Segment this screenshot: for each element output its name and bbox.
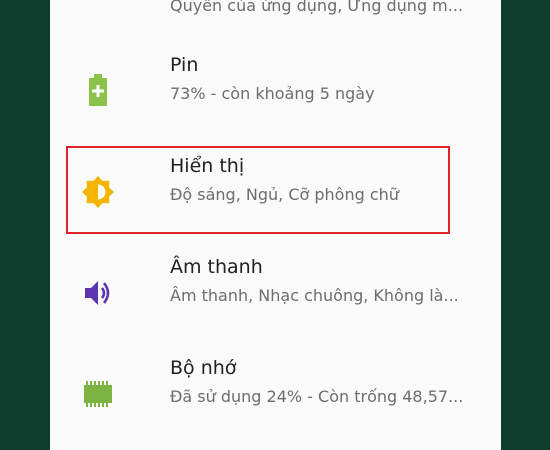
battery-icon xyxy=(78,71,118,111)
settings-item-subtitle: Âm thanh, Nhạc chuông, Không là... xyxy=(170,286,459,305)
settings-item-display[interactable]: Hiển thị Độ sáng, Ngủ, Cỡ phông chữ xyxy=(50,139,501,240)
brightness-icon xyxy=(78,172,118,212)
apps-item-subtitle: Quyền của ứng dụng, Ứng dụng m... xyxy=(170,0,464,15)
settings-item-subtitle: 73% - còn khoảng 5 ngày xyxy=(170,84,375,103)
settings-item-storage[interactable]: Bộ nhớ Đã sử dụng 24% - Còn trống 48,57.… xyxy=(50,341,501,442)
settings-item-subtitle: Độ sáng, Ngủ, Cỡ phông chữ xyxy=(170,185,399,204)
settings-item-title: Pin xyxy=(170,54,199,76)
settings-item-title: Âm thanh xyxy=(170,256,263,278)
settings-item-sound[interactable]: Âm thanh Âm thanh, Nhạc chuông, Không là… xyxy=(50,240,501,341)
settings-item-subtitle: Đã sử dụng 24% - Còn trống 48,57... xyxy=(170,387,464,406)
memory-icon xyxy=(78,374,118,414)
settings-screen: Quyền của ứng dụng, Ứng dụng m... Pin 73… xyxy=(50,0,501,450)
settings-item-title: Hiển thị xyxy=(170,155,245,177)
volume-icon xyxy=(78,273,118,313)
settings-item-battery[interactable]: Pin 73% - còn khoảng 5 ngày xyxy=(50,38,501,139)
settings-item-title: Bộ nhớ xyxy=(170,357,237,379)
